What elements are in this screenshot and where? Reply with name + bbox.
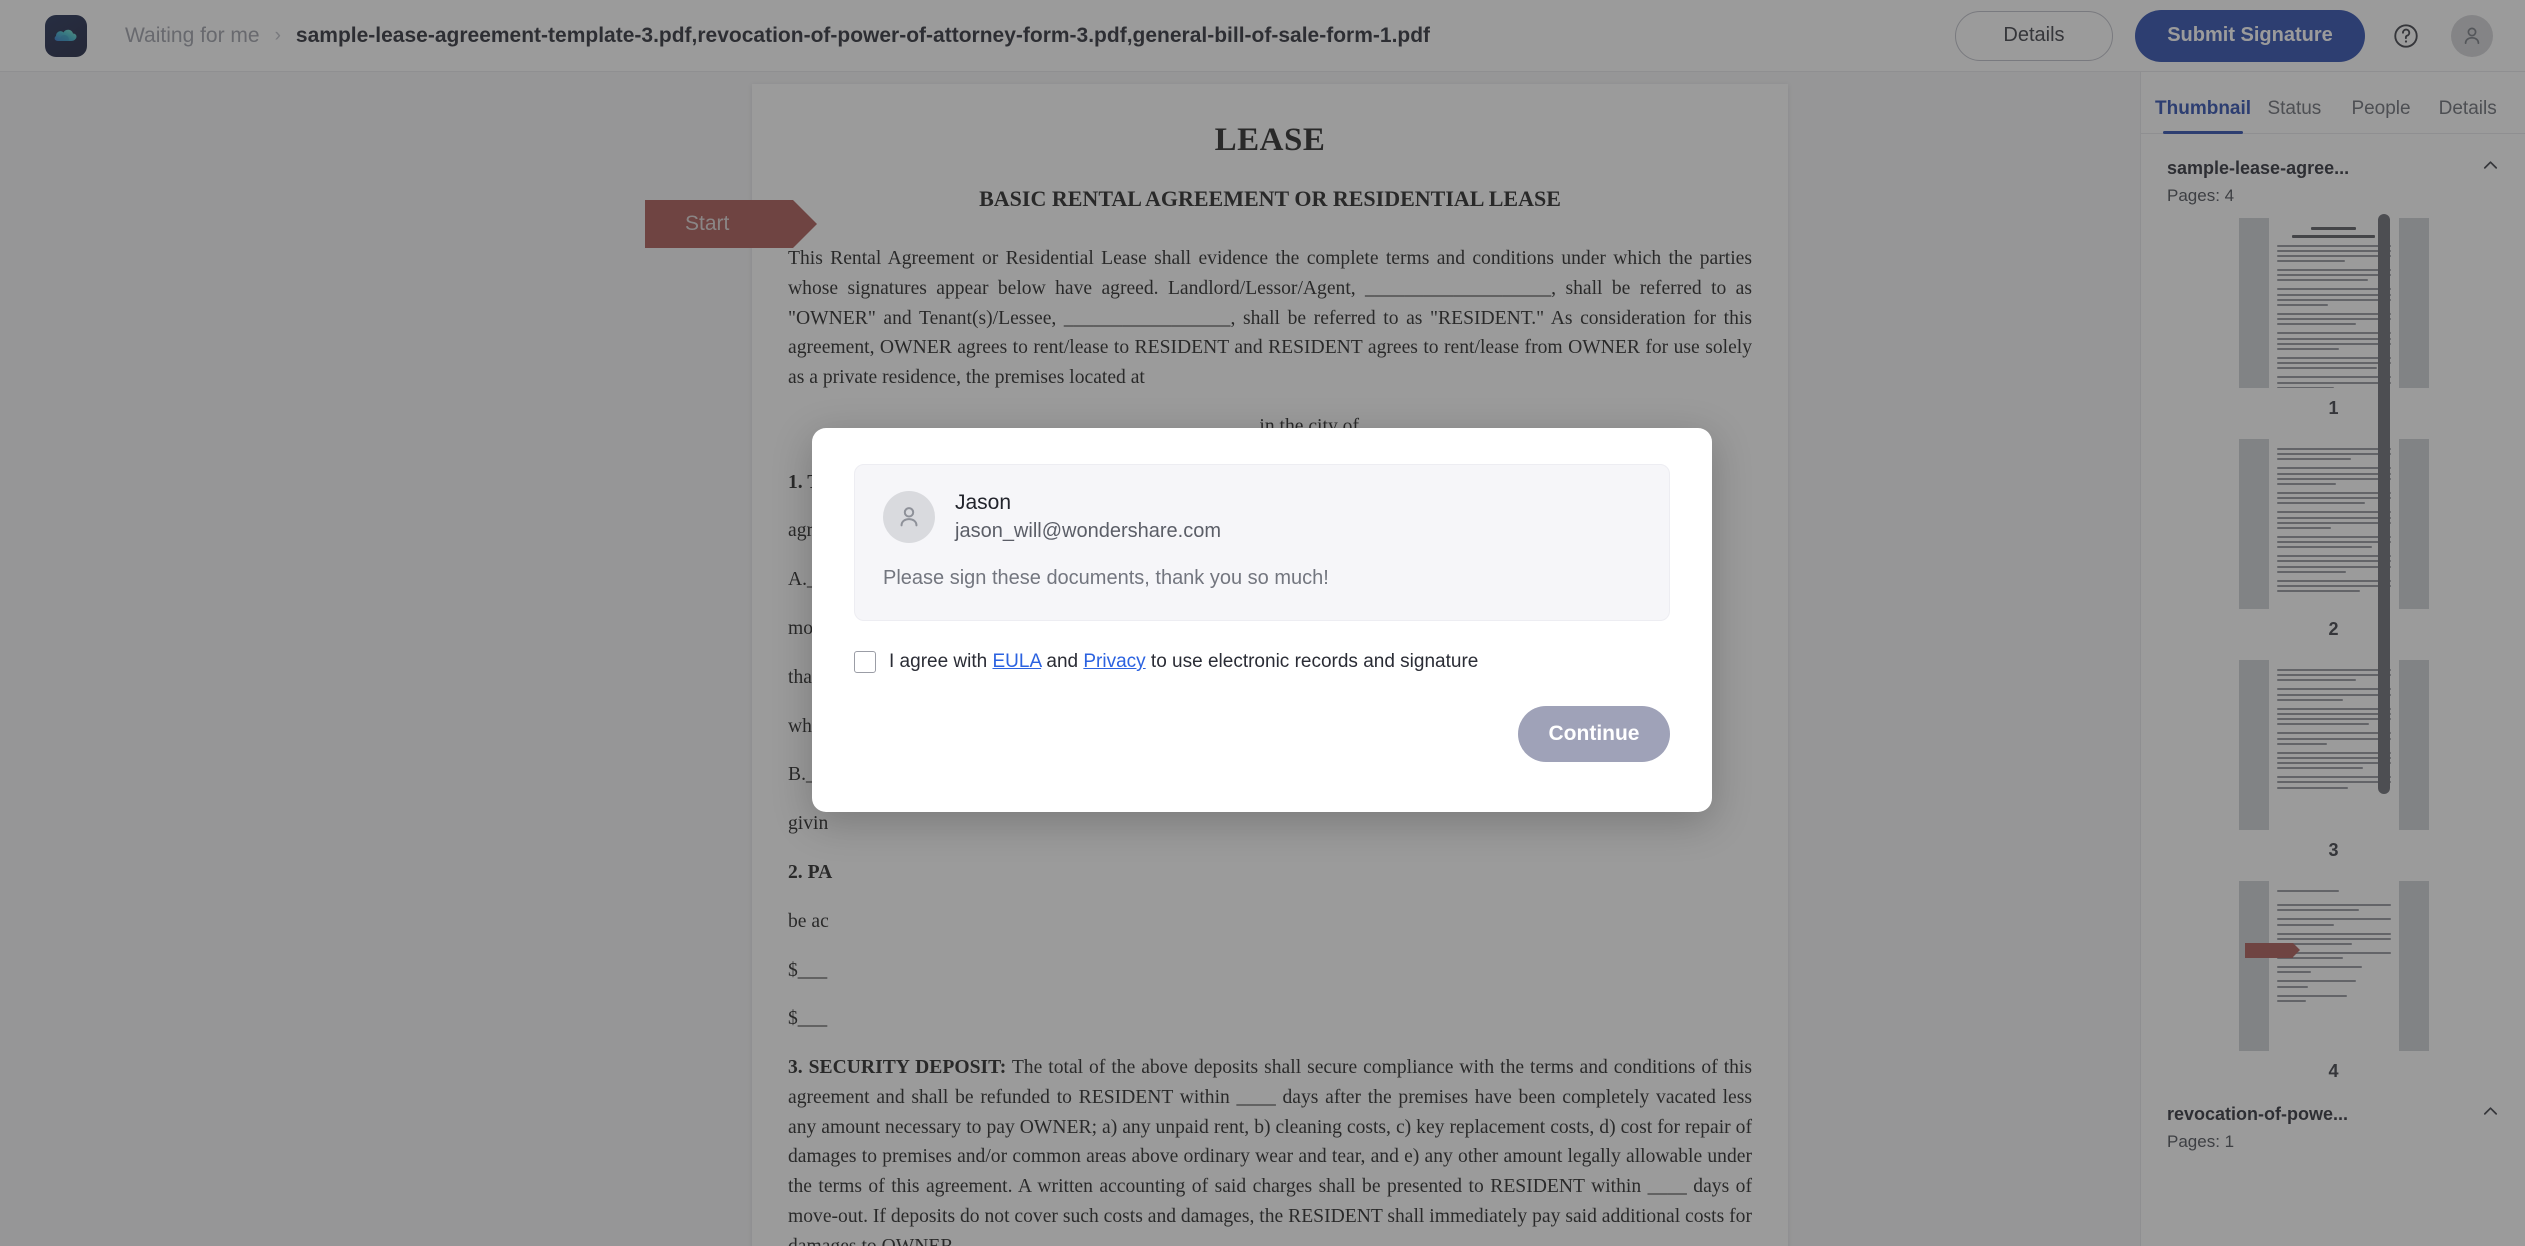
eula-link[interactable]: EULA <box>993 651 1042 672</box>
sender-name: Jason <box>955 491 1012 514</box>
agree-mid-text: and <box>1041 651 1084 672</box>
agreement-row: I agree with EULA and Privacy to use ele… <box>854 651 1670 673</box>
sender-message: Please sign these documents, thank you s… <box>883 567 1329 589</box>
sender-row: Jason jason_will@wondershare.com <box>883 491 1641 543</box>
agree-checkbox[interactable] <box>854 651 876 673</box>
continue-button[interactable]: Continue <box>1518 706 1670 762</box>
sender-identity: Jason jason_will@wondershare.com <box>955 491 1221 543</box>
modal-footer: Continue <box>854 706 1670 762</box>
sender-email: jason_will@wondershare.com <box>955 520 1221 542</box>
agree-suffix-text: to use electronic records and signature <box>1145 651 1479 672</box>
agree-prefix-text: I agree with <box>889 651 993 672</box>
user-avatar-icon <box>883 491 935 543</box>
app-root: Waiting for me › sample-lease-agreement-… <box>0 0 2525 1246</box>
agreement-label: I agree with EULA and Privacy to use ele… <box>889 651 1478 673</box>
consent-modal: Jason jason_will@wondershare.com Please … <box>812 428 1712 812</box>
person-glyph <box>900 507 918 527</box>
sender-info-card: Jason jason_will@wondershare.com Please … <box>854 464 1670 621</box>
privacy-link[interactable]: Privacy <box>1083 651 1145 672</box>
